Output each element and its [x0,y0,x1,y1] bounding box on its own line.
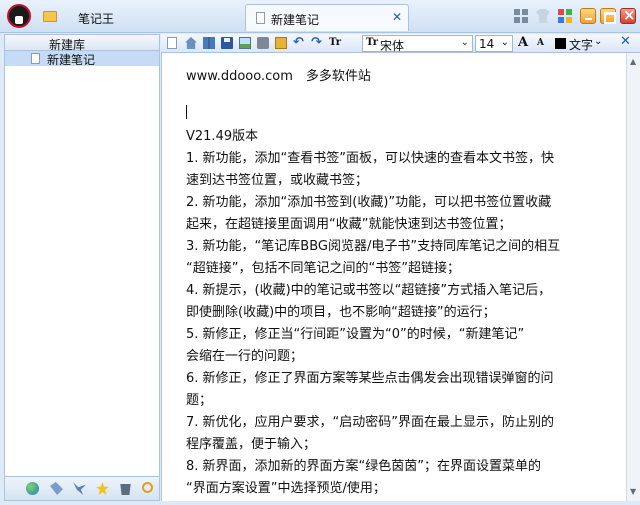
editor-line: 3. 新功能，“笔记库BBG阅览器/电子书”支持同库笔记之间的相互 [186,239,561,254]
trash-icon[interactable] [120,483,131,495]
new-page-icon[interactable] [167,37,177,49]
text-caret [186,105,187,119]
font-family-select[interactable]: Tr 宋体 ⌄ [362,35,473,53]
editor-line: 2. 新功能，添加“添加书签到(收藏)”功能，可以把书签位置收藏 [186,195,552,210]
tab-new-note[interactable]: 新建笔记 ✕ [245,4,409,31]
save-icon[interactable] [221,37,233,49]
editor-line: 4. 新提示，(收藏)中的笔记或书签以“超链接”方式插入笔记后， [186,283,552,298]
toolbar-close-icon[interactable]: ✕ [620,34,631,49]
globe-icon[interactable] [26,482,39,495]
book-icon[interactable] [203,37,215,49]
minimize-button[interactable] [580,8,596,24]
maximize-button[interactable] [600,8,616,24]
app-title: 笔记王 [78,12,115,26]
editor-line: 即使删除(收藏)中的项目，也不影响“超链接”的运行； [186,305,496,320]
sidebar-item-new-note[interactable]: 新建笔记 [5,51,159,67]
note-editor[interactable]: www.ddooo.com 多多软件站 V21.49版本 1. 新功能，添加“查… [161,53,626,505]
editor-line: “界面方案设置”中选择预览/使用； [186,481,386,496]
print-icon[interactable] [257,37,269,49]
editor-line: 会缩在一行的问题； [186,349,304,364]
font-size-select[interactable]: 14 ⌄ [475,35,513,52]
chevron-down-icon: ⌄ [460,37,469,48]
font-size-value: 14 [479,37,495,51]
decrease-font-icon[interactable]: A [537,38,544,48]
text-color-label[interactable]: 文字 [569,36,593,53]
increase-font-icon[interactable]: A [518,35,528,50]
app-logo-icon[interactable] [7,4,31,28]
font-style-icon[interactable]: Tr [329,37,341,49]
font-type-icon: Tr [366,37,378,48]
editor-line: 7. 新优化，应用户要求，“启动密码”界面在最上显示，防止别的 [186,415,555,430]
scroll-up-icon[interactable]: ▲ [630,57,636,66]
star-icon[interactable] [96,482,109,495]
sidebar: 新建笔记 [4,51,160,477]
skin-shirt-icon[interactable] [536,9,550,23]
editor-line: 6. 新修正，修正了界面方案等某些点击偶发会出现错误弹窗的问 [186,371,554,386]
close-button[interactable] [620,6,636,24]
export-icon[interactable] [275,37,287,49]
editor-line: 程序覆盖，便于输入； [186,437,317,452]
home-icon[interactable] [185,37,197,49]
editor-line: 8. 新界面，添加新的界面方案“绿色茵茵”；在界面设置菜单的 [186,459,542,474]
chevron-down-icon: ⌄ [500,37,509,48]
editor-toolbar: ↶ ↷ Tr Tr 宋体 ⌄ 14 ⌄ A A 文字 ⌄ ✕ [161,34,640,53]
tag-icon[interactable] [50,482,63,495]
editor-line: 速到达书签位置，或收藏书签； [186,173,369,188]
redo-icon[interactable]: ↷ [311,35,325,50]
tab-close-icon[interactable]: ✕ [392,10,402,24]
tab-label: 新建笔记 [271,13,320,27]
editor-line: “超链接”，包括不同笔记之间的“书签”超链接； [186,261,460,276]
color-palette-icon[interactable] [558,9,572,23]
editor-line: 1. 新功能，添加“查看书签”面板，可以快速的查看本文书签，快 [186,151,555,166]
font-family-value: 宋体 [380,39,405,53]
scroll-down-icon[interactable]: ▼ [630,487,636,496]
editor-line: …… [186,497,212,505]
folder-icon[interactable] [43,11,57,22]
undo-icon[interactable]: ↶ [293,35,307,50]
page-icon [31,53,40,64]
search-icon[interactable] [142,482,153,493]
sidebar-bottom-toolbar [4,477,160,501]
layout-grid-icon[interactable] [514,9,528,23]
editor-line: 5. 新修正，修正当“行间距”设置为“0”的时候，“新建笔记” [186,327,525,342]
text-color-swatch[interactable] [555,38,566,49]
chevron-down-icon[interactable]: ⌄ [594,36,602,47]
library-header[interactable]: 新建库 [4,34,160,52]
editor-line: www.ddooo.com 多多软件站 [186,69,371,84]
editor-line: 起来，在超链接里面调用“收藏”就能快速到达书签位置； [186,217,512,232]
page-icon [256,12,265,24]
editor-line: V21.49版本 [186,129,259,144]
vertical-scrollbar[interactable]: ▲ ▼ [626,53,640,501]
sidebar-item-label: 新建笔记 [47,53,96,67]
title-bar: 笔记王 新建笔记 ✕ [0,0,640,33]
editor-line: 题； [186,393,213,408]
cut-icon[interactable] [73,482,86,495]
insert-image-icon[interactable] [239,37,251,49]
